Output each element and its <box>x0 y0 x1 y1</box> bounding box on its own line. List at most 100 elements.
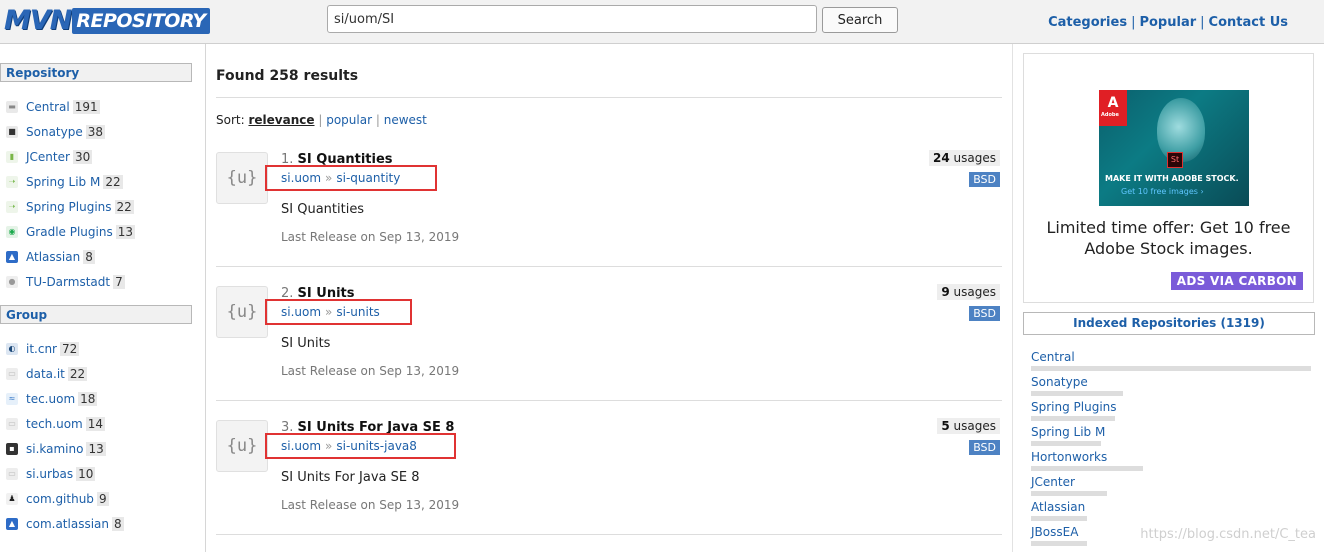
ad-image-headline: MAKE IT WITH ADOBE STOCK. <box>1105 174 1239 183</box>
repository-count-badge: 38 <box>85 124 106 139</box>
usages-badge[interactable]: 5 usages <box>937 418 1000 434</box>
search-button[interactable]: Search <box>822 7 898 33</box>
repository-item[interactable]: ➝ Spring Plugins 22 <box>6 194 196 219</box>
indexed-repository-item[interactable]: Central <box>1031 350 1316 375</box>
repository-item[interactable]: ▲ Atlassian 8 <box>6 244 196 269</box>
group-label[interactable]: com.atlassian <box>26 517 109 531</box>
group-label[interactable]: tec.uom <box>26 392 75 406</box>
group-label[interactable]: si.urbas <box>26 467 73 481</box>
group-item[interactable]: ♟ com.github 9 <box>6 486 196 511</box>
indexed-repository-item[interactable]: Hortonworks <box>1031 450 1316 475</box>
group-item[interactable]: ▭ tech.uom 14 <box>6 411 196 436</box>
repository-item[interactable]: ➝ Spring Lib M 22 <box>6 169 196 194</box>
site-header: MVN REPOSITORY Search Categories |Popular… <box>0 0 1324 44</box>
repository-label[interactable]: Central <box>26 100 70 114</box>
indexed-repository-item[interactable]: Spring Plugins <box>1031 400 1316 425</box>
group-label[interactable]: it.cnr <box>26 342 57 356</box>
result-divider <box>216 400 1002 401</box>
license-badge: BSD <box>969 306 1000 321</box>
usages-badge[interactable]: 24 usages <box>929 150 1000 166</box>
repository-label[interactable]: Gradle Plugins <box>26 225 113 239</box>
artifact-icon[interactable]: {u} <box>216 286 268 338</box>
repository-count-badge: 30 <box>72 149 93 164</box>
repository-label[interactable]: Sonatype <box>26 125 83 139</box>
repository-count-badge: 13 <box>115 224 135 239</box>
left-sidebar: Repository ▬ Central 191 ■ Sonatype 38 ▮ JCente… <box>0 44 206 552</box>
repository-item[interactable]: ◉ Gradle Plugins 13 <box>6 219 196 244</box>
search-input[interactable] <box>327 5 817 33</box>
indexed-repository-bar <box>1031 516 1087 521</box>
group-label[interactable]: tech.uom <box>26 417 83 431</box>
result-coordinates: si.uom » si-quantity <box>265 165 437 191</box>
ad-image[interactable]: A Adobe St MAKE IT WITH ADOBE STOCK. Get … <box>1099 90 1249 206</box>
watermark: https://blog.csdn.net/C_tea <box>1140 527 1316 542</box>
artifact-icon[interactable]: {u} <box>216 152 268 204</box>
ads-via-carbon-button[interactable]: ADS VIA CARBON <box>1170 272 1303 290</box>
spring-icon: ➝ <box>6 200 18 213</box>
repository-label[interactable]: Spring Lib M <box>26 175 100 189</box>
group-link[interactable]: si.uom <box>281 305 321 319</box>
group-item[interactable]: ▭ data.it 22 <box>6 361 196 386</box>
sort-newest[interactable]: newest <box>384 113 427 127</box>
group-item[interactable]: ≈ tec.uom 18 <box>6 386 196 411</box>
indexed-repository-link[interactable]: Atlassian <box>1031 500 1085 514</box>
repository-label[interactable]: Spring Plugins <box>26 200 112 214</box>
license-badge: BSD <box>969 172 1000 187</box>
license-badge: BSD <box>969 440 1000 455</box>
group-label[interactable]: data.it <box>26 367 65 381</box>
usages-count: 5 <box>941 419 950 433</box>
repository-label[interactable]: JCenter <box>26 150 70 164</box>
group-item[interactable]: ▲ com.atlassian 8 <box>6 511 196 536</box>
repository-label[interactable]: TU-Darmstadt <box>26 275 110 289</box>
repository-count-badge: 22 <box>114 199 134 214</box>
nav-separator: | <box>1131 15 1136 30</box>
indexed-repository-link[interactable]: Spring Plugins <box>1031 400 1117 414</box>
indexed-repository-item[interactable]: JCenter <box>1031 475 1316 500</box>
group-count-badge: 14 <box>85 416 106 431</box>
repository-item[interactable]: ■ Sonatype 38 <box>6 119 196 144</box>
group-label[interactable]: si.kamino <box>26 442 83 456</box>
nav-categories[interactable]: Categories <box>1048 15 1127 30</box>
group-link[interactable]: si.uom <box>281 439 321 453</box>
group-item[interactable]: ▭ si.urbas 10 <box>6 461 196 486</box>
mvnrepository-logo[interactable]: MVN REPOSITORY <box>4 4 210 37</box>
indexed-repository-link[interactable]: Sonatype <box>1031 375 1088 389</box>
ad-text[interactable]: Limited time offer: Get 10 free Adobe St… <box>1024 217 1313 259</box>
group-label[interactable]: com.github <box>26 492 94 506</box>
repository-item[interactable]: ▮ JCenter 30 <box>6 144 196 169</box>
repository-item[interactable]: ▬ Central 191 <box>6 94 196 119</box>
artifact-link[interactable]: si-quantity <box>336 171 400 185</box>
logo-mvn-text: MVN <box>4 5 72 36</box>
indexed-repository-link[interactable]: JBossEA <box>1031 525 1078 539</box>
group-link[interactable]: si.uom <box>281 171 321 185</box>
artifact-link[interactable]: si-units-java8 <box>336 439 417 453</box>
usages-count: 24 <box>933 151 950 165</box>
indexed-repository-item[interactable]: Sonatype <box>1031 375 1316 400</box>
indexed-repository-link[interactable]: Hortonworks <box>1031 450 1107 464</box>
indexed-repository-link[interactable]: JCenter <box>1031 475 1075 489</box>
carbon-ad[interactable]: A Adobe St MAKE IT WITH ADOBE STOCK. Get … <box>1023 53 1314 303</box>
result-description: SI Units For Java SE 8 <box>281 470 420 485</box>
sort-popular[interactable]: popular <box>326 113 372 127</box>
usages-count: 9 <box>941 285 950 299</box>
indexed-repository-link[interactable]: Central <box>1031 350 1075 364</box>
results-count: Found 258 results <box>216 68 359 84</box>
nav-popular[interactable]: Popular <box>1139 15 1196 30</box>
artifact-link[interactable]: si-units <box>336 305 379 319</box>
indexed-repository-link[interactable]: Spring Lib M <box>1031 425 1105 439</box>
repository-label[interactable]: Atlassian <box>26 250 80 264</box>
sort-relevance[interactable]: relevance <box>248 113 314 127</box>
usages-label: usages <box>953 419 996 433</box>
group-item[interactable]: ▪ si.kamino 13 <box>6 436 196 461</box>
indexed-repositories-heading[interactable]: Indexed Repositories (1319) <box>1023 312 1315 335</box>
indexed-repository-item[interactable]: Spring Lib M <box>1031 425 1316 450</box>
repository-count-badge: 22 <box>103 174 123 189</box>
repository-heading: Repository <box>0 63 192 82</box>
artifact-icon[interactable]: {u} <box>216 420 268 472</box>
indexed-repository-item[interactable]: Atlassian <box>1031 500 1316 525</box>
repository-item[interactable]: ● TU-Darmstadt 7 <box>6 269 196 294</box>
usages-badge[interactable]: 9 usages <box>937 284 1000 300</box>
group-item[interactable]: ◐ it.cnr 72 <box>6 336 196 361</box>
indexed-repository-bar <box>1031 391 1123 396</box>
nav-contact-us[interactable]: Contact Us <box>1209 15 1288 30</box>
